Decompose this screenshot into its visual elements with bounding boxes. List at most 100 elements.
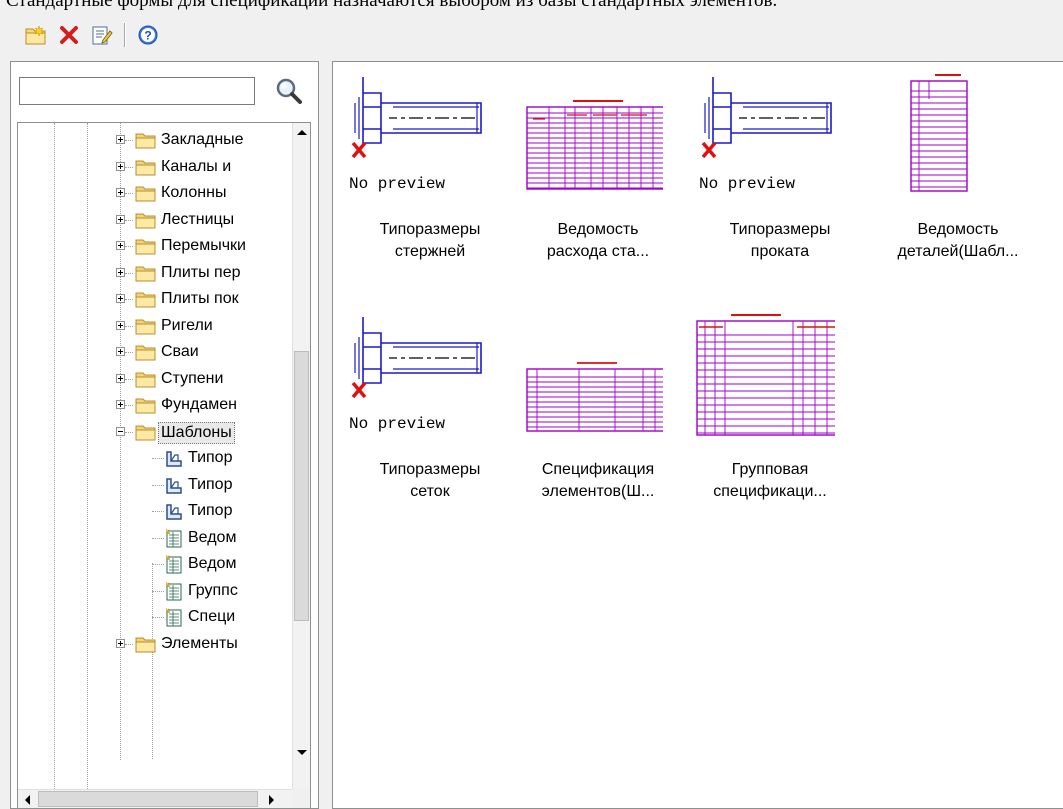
expand-toggle[interactable] [116, 214, 125, 224]
table-preview-image [685, 307, 855, 447]
folder-icon [135, 237, 157, 255]
search-input[interactable] [19, 77, 255, 105]
tree-leaf-item[interactable]: Типор [18, 498, 292, 524]
no-preview-image: No preview [345, 307, 515, 447]
folder-icon [135, 131, 157, 149]
tree-leaf-item[interactable]: Ведом [18, 525, 292, 551]
tree-leaf-item[interactable]: Типор [18, 445, 292, 471]
expand-toggle[interactable] [116, 161, 125, 171]
tree-folder-item[interactable]: Сваи [18, 339, 292, 365]
table-preview-image [873, 67, 1043, 207]
template-thumbnail[interactable]: Ведомость деталей(Шабл... [873, 67, 1043, 277]
tree-item-label: Сваи [161, 343, 199, 360]
left-panel: Закладные Каналы и Колонны Лестницы Перемычк… [10, 61, 319, 809]
vertical-scroll-thumb[interactable] [294, 351, 309, 621]
expand-toggle[interactable] [116, 135, 125, 144]
scroll-left-button[interactable] [18, 790, 36, 808]
tree-folder-item[interactable]: Фундамен [18, 392, 292, 418]
tree-folder-item[interactable]: Ступени [18, 366, 292, 392]
delete-button[interactable] [55, 21, 83, 49]
tree-guide-line [125, 140, 133, 141]
tree-guide-line [152, 511, 164, 512]
folder-icon [135, 158, 157, 176]
tree-item-label: Закладные [161, 131, 244, 148]
tree-guide-line [152, 590, 164, 592]
template-thumbnail[interactable]: Ведомость расхода ста... [513, 67, 683, 277]
expand-toggle[interactable] [116, 400, 125, 409]
template-thumbnail[interactable]: No preview Типоразмеры проката [695, 67, 865, 277]
folder-icon [135, 264, 157, 282]
tree-leaf-item[interactable]: Группс [18, 578, 292, 604]
preview-panel: No preview Типоразмеры стержней Ведомость ра… [332, 61, 1063, 809]
tree-item-label: Перемычки [161, 237, 246, 254]
help-button[interactable]: ? [134, 21, 162, 49]
horizontal-scroll-thumb[interactable] [38, 791, 258, 807]
tree-item-label: Плиты пер [161, 263, 241, 281]
tree-folder-item[interactable]: Каналы и [18, 154, 292, 180]
tree-leaf-item[interactable]: Ведом [18, 551, 292, 577]
template-thumbnail[interactable]: Спецификация элементов(Ш... [513, 307, 683, 517]
expand-toggle[interactable] [116, 373, 125, 383]
tree-folder-item[interactable]: Элементы [18, 631, 292, 657]
template-thumbnail[interactable]: Групповая спецификаци... [685, 307, 855, 517]
template-thumbnail[interactable]: No preview Типоразмеры стержней [345, 67, 515, 277]
tree-item-label: Ригели [161, 316, 213, 334]
tree-guide-line [125, 193, 133, 194]
collapse-toggle[interactable] [116, 426, 125, 436]
tree-folder-item[interactable]: Колонны [18, 180, 292, 206]
tree-horizontal-scrollbar[interactable] [18, 789, 292, 808]
tree-guide-line [152, 458, 164, 459]
tree-folder-item[interactable]: Плиты пок [18, 286, 292, 312]
properties-button[interactable] [88, 21, 116, 49]
arrow-left-icon [24, 794, 30, 805]
expand-toggle[interactable] [116, 638, 125, 648]
folder-icon [135, 184, 157, 202]
folder-icon [135, 370, 157, 388]
table-template-icon [164, 607, 184, 627]
thumbnail-label-line: Типоразмеры [379, 461, 481, 478]
tree-item-label: Типор [188, 449, 233, 466]
folder-icon [135, 423, 157, 441]
tree-vertical-scrollbar[interactable] [292, 123, 310, 789]
search-button[interactable] [274, 77, 308, 111]
thumbnail-label: Спецификация элементов(Ш... [513, 459, 683, 503]
thumbnail-label-line: проката [750, 243, 810, 260]
thumbnail-label: Ведомость расхода ста... [513, 219, 683, 263]
arrow-right-icon [268, 794, 274, 805]
thumbnail-label: Ведомость деталей(Шабл... [873, 219, 1043, 263]
expand-toggle[interactable] [116, 320, 125, 330]
new-folder-button[interactable] [22, 21, 50, 49]
expand-toggle[interactable] [116, 241, 125, 250]
tree-folder-item[interactable]: Закладные [18, 127, 292, 153]
tree-guide-line [125, 325, 133, 327]
template-thumbnail[interactable]: No preview Типоразмеры сеток [345, 307, 515, 517]
tree-folder-item[interactable]: Лестницы [18, 207, 292, 233]
tree-leaf-item[interactable]: Типор [18, 472, 292, 498]
profile-icon [164, 448, 184, 468]
expand-toggle[interactable] [116, 188, 125, 197]
tree-guide-line [125, 246, 133, 247]
no-preview-text: No preview [699, 175, 796, 193]
thumbnail-label-line: расхода ста... [546, 243, 650, 260]
delete-icon [60, 26, 78, 44]
help-icon: ? [138, 25, 158, 45]
tree-view: Закладные Каналы и Колонны Лестницы Перемычк… [17, 122, 311, 809]
tree-folder-item[interactable]: Перемычки [18, 233, 292, 259]
tree-leaf-item[interactable]: Специ [18, 604, 292, 630]
tree-item-label: Типор [188, 502, 233, 519]
tree-item-label: Типор [188, 475, 233, 493]
thumbnail-label-line: Ведомость [557, 221, 639, 238]
expand-toggle[interactable] [116, 267, 125, 277]
tree-folder-item[interactable]: Плиты пер [18, 260, 292, 286]
tree-guide-line [125, 272, 133, 274]
tree-folder-item[interactable]: Ригели [18, 313, 292, 339]
thumbnail-label: Типоразмеры проката [695, 219, 865, 263]
tree-folder-item[interactable]: Шаблоны [18, 419, 292, 445]
scroll-down-button[interactable] [293, 743, 310, 761]
scroll-right-button[interactable] [262, 790, 280, 808]
no-preview-text: No preview [349, 175, 446, 193]
scroll-up-button[interactable] [293, 123, 310, 141]
table-template-icon [164, 581, 184, 601]
expand-toggle[interactable] [116, 347, 125, 356]
expand-toggle[interactable] [116, 294, 125, 303]
